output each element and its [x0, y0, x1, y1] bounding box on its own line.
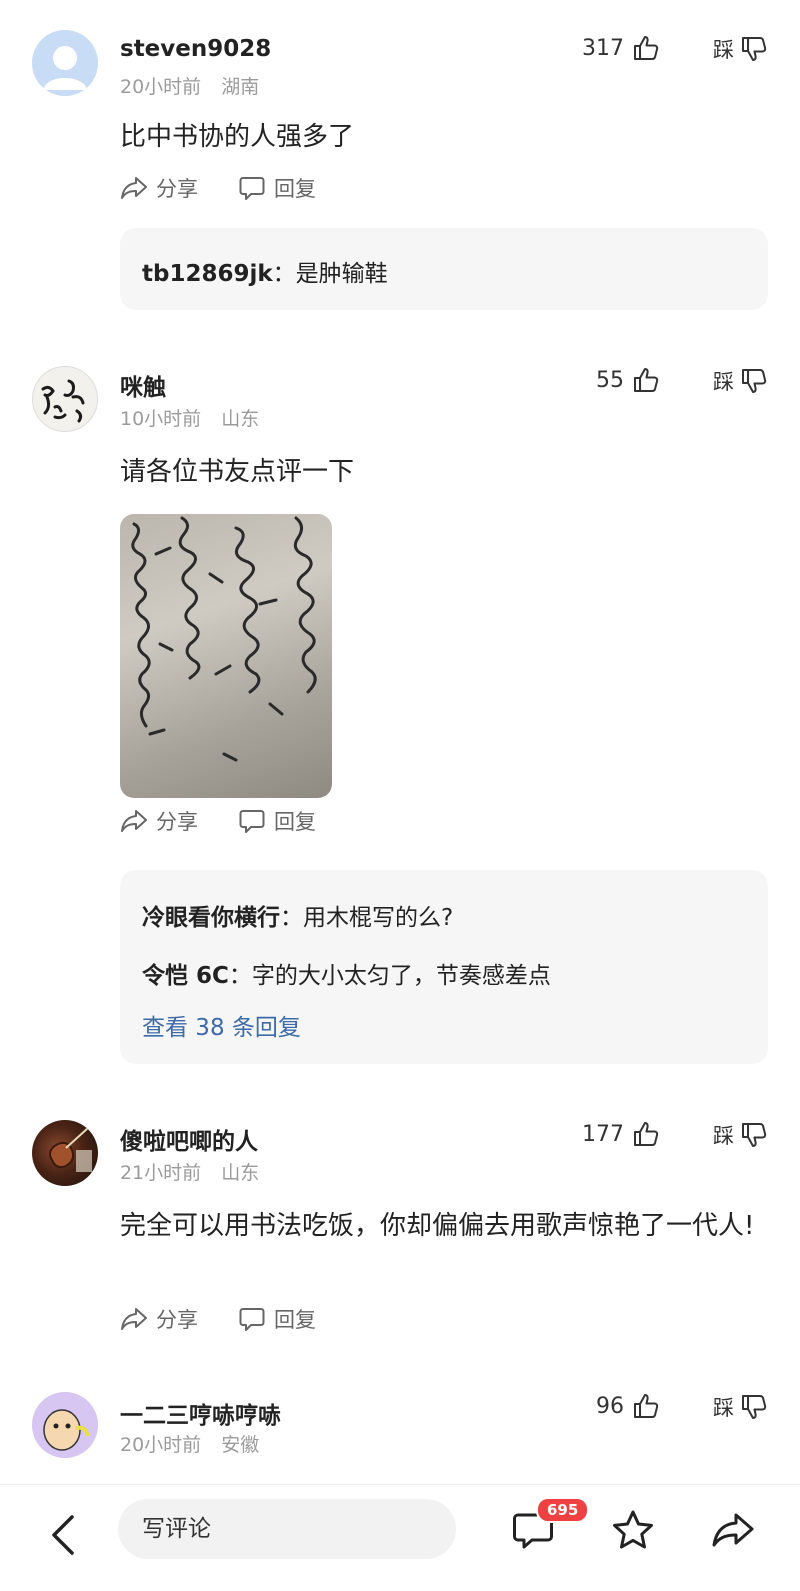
reply-button[interactable]: 回复	[238, 1304, 316, 1334]
dislike-label: 踩	[713, 1396, 734, 1420]
comment-location: 安徽	[221, 1434, 260, 1456]
reply-button[interactable]: 回复	[238, 173, 316, 203]
calligraphy-avatar-icon	[41, 379, 85, 423]
reply-preview[interactable]: 冷眼看你横行：用木棍写的么?	[142, 898, 453, 932]
bottom-action-bar: 写评论 695	[0, 1484, 800, 1591]
thumbs-up-icon	[634, 1394, 659, 1418]
reply-bubble-icon	[239, 810, 265, 833]
reply-text: 字的大小太匀了，节奏感差点	[251, 963, 551, 989]
username[interactable]: 咪触	[120, 368, 166, 402]
share-button[interactable]: 分享	[120, 1304, 198, 1334]
username[interactable]: 傻啦吧唧的人	[120, 1122, 258, 1156]
reply-author[interactable]: 令恺 6C	[142, 963, 229, 989]
dislike-label: 踩	[713, 1124, 734, 1148]
comment-time: 21小时前	[120, 1162, 202, 1184]
thumbs-down-icon	[742, 369, 767, 393]
reply-preview-box[interactable]: tb12869jk：是肿输鞋	[120, 228, 768, 310]
dislike-button[interactable]: 踩	[713, 1120, 768, 1150]
comment-count-badge: 695	[536, 1497, 590, 1523]
share-arrow-icon	[712, 1513, 754, 1547]
comment-text: 完全可以用书法吃饭，你却偏偏去用歌声惊艳了一代人!	[120, 1211, 755, 1241]
share-icon	[121, 1308, 147, 1330]
like-button[interactable]: 317	[582, 34, 660, 62]
like-count: 96	[596, 1393, 624, 1419]
dislike-button[interactable]: 踩	[713, 366, 768, 396]
username[interactable]: steven9028	[120, 36, 271, 62]
thumbs-down-icon	[742, 1395, 767, 1419]
comment-time: 20小时前	[120, 76, 202, 98]
reply-preview[interactable]: tb12869jk：是肿输鞋	[142, 254, 388, 288]
avatar[interactable]	[32, 1120, 98, 1186]
reply-separator: ：	[280, 905, 303, 931]
thumbs-up-icon	[634, 36, 659, 60]
share-page-button[interactable]	[710, 1507, 756, 1553]
reply-separator: ：	[272, 261, 296, 287]
comment-actions: 分享 回复	[120, 806, 356, 836]
reply-label: 回复	[274, 177, 316, 201]
reply-author[interactable]: 冷眼看你横行	[142, 905, 280, 931]
reply-label: 回复	[274, 1308, 316, 1332]
avatar[interactable]	[32, 1392, 98, 1458]
comment-meta: 20小时前 湖南	[120, 72, 259, 99]
reply-bubble-icon	[239, 177, 265, 200]
share-icon	[121, 810, 147, 832]
violin-avatar-icon	[49, 1127, 92, 1172]
cartoon-avatar-icon	[32, 1392, 98, 1458]
reply-preview[interactable]: 令恺 6C：字的大小太匀了，节奏感差点	[142, 956, 551, 990]
comment-meta: 20小时前 安徽	[120, 1430, 259, 1457]
like-button[interactable]: 55	[596, 366, 660, 394]
comment-actions: 分享 回复	[120, 1304, 356, 1334]
reply-separator: ：	[228, 963, 252, 989]
back-button[interactable]	[44, 1511, 84, 1559]
like-count: 177	[582, 1121, 624, 1147]
like-button[interactable]: 177	[582, 1120, 660, 1148]
comment-meta: 10小时前 山东	[120, 404, 259, 431]
username[interactable]: 一二三哼哧哼哧	[120, 1396, 281, 1430]
default-avatar-icon	[32, 30, 98, 96]
comment-time: 20小时前	[120, 1434, 202, 1456]
calligraphy-photo[interactable]	[120, 514, 332, 798]
dislike-label: 踩	[713, 38, 734, 62]
comment-location: 山东	[221, 1162, 260, 1184]
dislike-button[interactable]: 踩	[713, 1392, 768, 1422]
thumbs-down-icon	[742, 37, 767, 61]
like-count: 317	[582, 35, 624, 61]
like-button[interactable]: 96	[596, 1392, 660, 1420]
reply-label: 回复	[274, 810, 316, 834]
reply-text: 是肿输鞋	[295, 261, 388, 287]
comment-feed[interactable]: steven9028 20小时前 湖南 317 踩 比中书协的人强多了 分享 回…	[0, 0, 800, 1484]
comment-meta: 21小时前 山东	[120, 1158, 259, 1185]
share-button[interactable]: 分享	[120, 806, 198, 836]
reply-author[interactable]: tb12869jk	[142, 261, 273, 287]
write-comment-input[interactable]: 写评论	[118, 1499, 456, 1559]
dislike-button[interactable]: 踩	[713, 34, 768, 64]
share-label: 分享	[156, 810, 198, 834]
comment-location: 山东	[221, 408, 260, 430]
reply-preview-box[interactable]: 冷眼看你横行：用木棍写的么? 令恺 6C：字的大小太匀了，节奏感差点 查看 38…	[120, 870, 768, 1064]
dislike-label: 踩	[713, 370, 734, 394]
share-button[interactable]: 分享	[120, 173, 198, 203]
like-count: 55	[596, 367, 624, 393]
thumbs-down-icon	[742, 1123, 767, 1147]
comment-actions: 分享 回复	[120, 173, 356, 203]
reply-bubble-icon	[239, 1308, 265, 1331]
thumbs-up-icon	[634, 1122, 659, 1146]
share-label: 分享	[156, 177, 198, 201]
share-icon	[121, 177, 147, 199]
reply-text: 用木棍写的么?	[303, 905, 454, 931]
share-label: 分享	[156, 1308, 198, 1332]
thumbs-up-icon	[634, 368, 659, 392]
favorite-button[interactable]	[610, 1507, 656, 1553]
star-icon	[613, 1510, 653, 1549]
comment-location: 湖南	[221, 76, 260, 98]
reply-button[interactable]: 回复	[238, 806, 316, 836]
comment-text: 比中书协的人强多了	[120, 122, 355, 152]
avatar[interactable]	[32, 30, 98, 96]
comment-text: 请各位书友点评一下	[120, 457, 355, 487]
chevron-left-icon	[52, 1515, 74, 1555]
calligraphy-image	[131, 516, 317, 762]
comment-time: 10小时前	[120, 408, 202, 430]
avatar[interactable]	[32, 366, 98, 432]
view-more-replies-link[interactable]: 查看 38 条回复	[142, 1008, 301, 1042]
